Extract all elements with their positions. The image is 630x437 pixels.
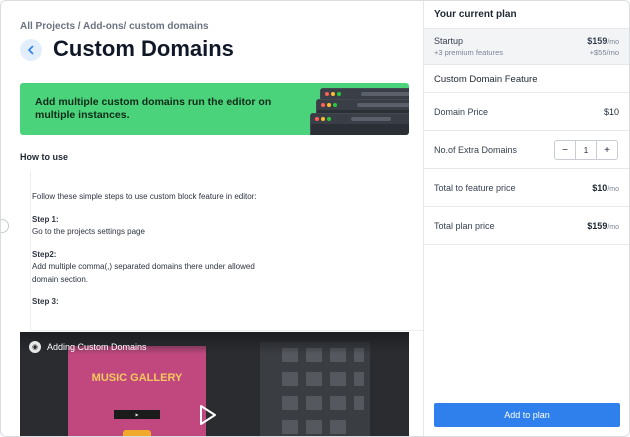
resize-handle[interactable] xyxy=(1,219,9,233)
total-plan-value: $159/mo xyxy=(587,221,619,231)
instructions: Follow these simple steps to use custom … xyxy=(32,191,382,309)
plan-panel: Your current plan Startup +3 premium fea… xyxy=(423,1,629,436)
page-title: Custom Domains xyxy=(53,36,234,61)
main-content: All Projects / Add-ons/ custom domains C… xyxy=(1,1,423,436)
feature-title: Custom Domain Feature xyxy=(434,74,538,85)
video-logo-icon: ◉ xyxy=(29,341,41,353)
extra-domains-row: No.of Extra Domains − 1 + xyxy=(424,131,629,169)
banner-text: Add multiple custom domains run the edit… xyxy=(35,96,272,121)
plan-panel-header: Your current plan xyxy=(424,1,629,29)
feature-header: Custom Domain Feature xyxy=(424,65,629,93)
app-frame: All Projects / Add-ons/ custom domains C… xyxy=(0,0,630,437)
chevron-left-icon xyxy=(27,45,34,55)
extra-domains-stepper: − 1 + xyxy=(554,140,618,160)
plan-panel-title: Your current plan xyxy=(434,9,517,20)
step-label: Step2: xyxy=(32,249,57,259)
editor-panel-preview xyxy=(260,342,370,436)
add-to-plan-button[interactable]: Add to plan xyxy=(434,403,620,427)
plan-name: Startup xyxy=(434,36,464,46)
increment-button[interactable]: + xyxy=(597,141,617,159)
extra-domains-label: No.of Extra Domains xyxy=(434,145,518,155)
total-feature-row: Total to feature price $10/mo xyxy=(424,169,629,207)
domain-price-label: Domain Price xyxy=(434,107,489,117)
total-plan-row: Total plan price $159/mo xyxy=(424,207,629,245)
plan-price: $159/mo xyxy=(587,36,619,46)
plan-sub: +3 premium features xyxy=(434,48,503,57)
step-text: Add multiple comma(,) separated domains … xyxy=(32,262,255,284)
step-text: Go to the projects settings page xyxy=(32,227,145,236)
instructions-intro: Follow these simple steps to use custom … xyxy=(32,192,257,201)
extra-domains-input[interactable]: 1 xyxy=(575,141,597,159)
video-title: Adding Custom Domains xyxy=(47,342,147,352)
domain-price-value: $10 xyxy=(603,107,619,117)
poster-button: ▶ xyxy=(114,410,160,419)
how-to-use-heading: How to use xyxy=(20,152,69,162)
total-feature-value: $10/mo xyxy=(592,183,619,193)
promo-banner: Add multiple custom domains run the edit… xyxy=(20,83,409,135)
total-plan-label: Total plan price xyxy=(434,221,495,231)
video-player[interactable]: MUSIC GALLERY ▶ ◉ Adding Custom Domains xyxy=(20,332,409,436)
plan-extra-price: +$55/mo xyxy=(589,48,619,57)
step-label: Step 1: xyxy=(32,214,59,224)
video-poster: MUSIC GALLERY ▶ xyxy=(68,346,206,436)
back-button[interactable] xyxy=(20,39,42,61)
browser-illustration xyxy=(310,113,409,135)
breadcrumb[interactable]: All Projects / Add-ons/ custom domains xyxy=(20,21,209,32)
domain-price-row: Domain Price $10 xyxy=(424,93,629,131)
decrement-button[interactable]: − xyxy=(555,141,575,159)
total-feature-label: Total to feature price xyxy=(434,183,516,193)
step-label: Step 3: xyxy=(32,297,59,306)
poster-title: MUSIC GALLERY xyxy=(91,372,183,384)
play-icon[interactable] xyxy=(196,404,218,426)
boombox-icon xyxy=(123,430,151,436)
current-plan-row: Startup +3 premium features $159/mo +$55… xyxy=(424,29,629,65)
